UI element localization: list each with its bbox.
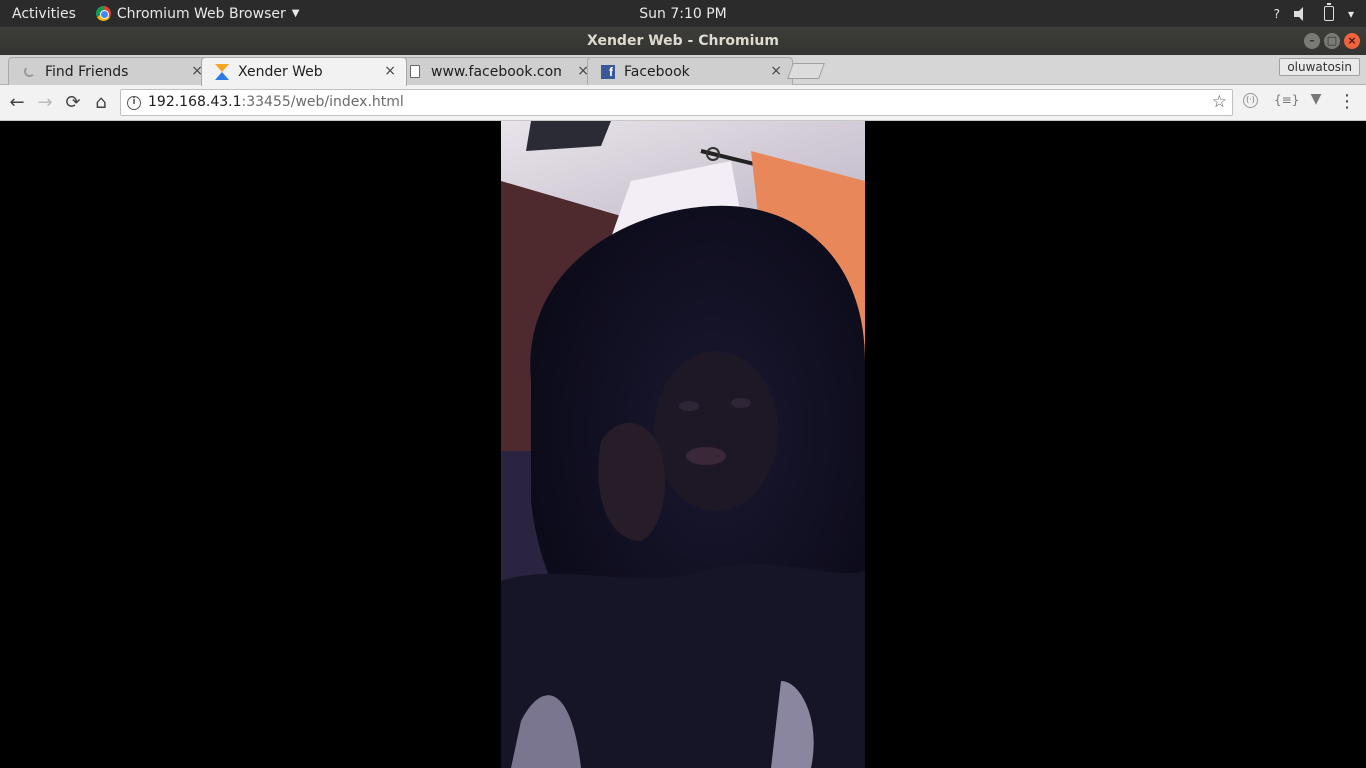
window-title: Xender Web - Chromium	[587, 33, 779, 49]
clock[interactable]: Sun 7:10 PM	[639, 6, 727, 22]
close-window-button[interactable]: ×	[1344, 33, 1360, 49]
browser-menu-icon[interactable]: ⋮	[1338, 91, 1356, 112]
facebook-icon: f	[600, 64, 616, 80]
tab-title: www.facebook.com	[431, 63, 561, 80]
volume-icon[interactable]	[1293, 6, 1310, 21]
tab-title: Find Friends	[45, 63, 129, 80]
browser-toolbar: ← → ⟳ ⌂ i 192.168.43.1:33455/web/index.h…	[0, 85, 1366, 121]
activities-button[interactable]: Activities	[12, 6, 76, 22]
window-title-bar: Xender Web - Chromium – □ ×	[0, 27, 1366, 55]
portrait-photo	[501, 121, 865, 768]
tab-facebook[interactable]: f Facebook ×	[587, 57, 793, 85]
profile-button[interactable]: oluwatosin	[1279, 58, 1360, 76]
extension-circle-icon[interactable]: (·)	[1243, 93, 1258, 108]
xender-icon	[214, 64, 230, 80]
tab-close-icon[interactable]: ×	[384, 63, 396, 79]
tab-title: Facebook	[624, 63, 690, 80]
address-bar[interactable]: i 192.168.43.1:33455/web/index.html ☆	[120, 89, 1233, 116]
page-content	[0, 121, 1366, 768]
gnome-top-bar: Activities Chromium Web Browser ▼ Sun 7:…	[0, 0, 1366, 27]
url-text: 192.168.43.1:33455/web/index.html	[148, 90, 404, 115]
maximize-button[interactable]: □	[1324, 33, 1340, 49]
photo-viewer-image[interactable]	[501, 121, 865, 768]
chromium-icon	[95, 6, 111, 21]
battery-icon[interactable]	[1323, 3, 1334, 21]
url-path: :33455/web/index.html	[241, 94, 404, 110]
extension-vpn-icon[interactable]: ▼	[1306, 91, 1326, 107]
window-controls: – □ ×	[1304, 33, 1360, 49]
forward-button[interactable]: →	[33, 91, 57, 115]
system-tray[interactable]: ? ▾	[1274, 0, 1354, 27]
chevron-down-icon: ▼	[291, 8, 300, 19]
loading-spinner-icon	[21, 64, 37, 80]
info-icon[interactable]: i	[127, 96, 141, 110]
url-host: 192.168.43.1	[148, 94, 242, 110]
system-menu-caret-icon[interactable]: ▾	[1348, 7, 1354, 21]
bookmark-star-icon[interactable]: ☆	[1212, 90, 1227, 115]
tab-find-friends[interactable]: Find Friends ×	[8, 57, 214, 85]
help-icon[interactable]: ?	[1274, 7, 1280, 21]
reload-button[interactable]: ⟳	[61, 91, 85, 115]
tab-title: Xender Web	[238, 64, 323, 80]
home-button[interactable]: ⌂	[89, 91, 113, 115]
page-icon	[407, 64, 423, 80]
tab-facebook-url[interactable]: www.facebook.com ×	[394, 57, 600, 85]
tab-xender-web[interactable]: Xender Web ×	[201, 57, 407, 86]
extension-json-icon[interactable]: {≡}	[1274, 93, 1299, 107]
tab-strip: Find Friends × Xender Web × www.facebook…	[0, 55, 1366, 86]
app-menu[interactable]: Chromium Web Browser ▼	[95, 5, 300, 22]
app-menu-label: Chromium Web Browser	[116, 5, 286, 22]
new-tab-button[interactable]	[787, 63, 825, 79]
back-button[interactable]: ←	[5, 91, 29, 115]
minimize-button[interactable]: –	[1304, 33, 1320, 49]
tab-close-icon[interactable]: ×	[770, 63, 782, 79]
